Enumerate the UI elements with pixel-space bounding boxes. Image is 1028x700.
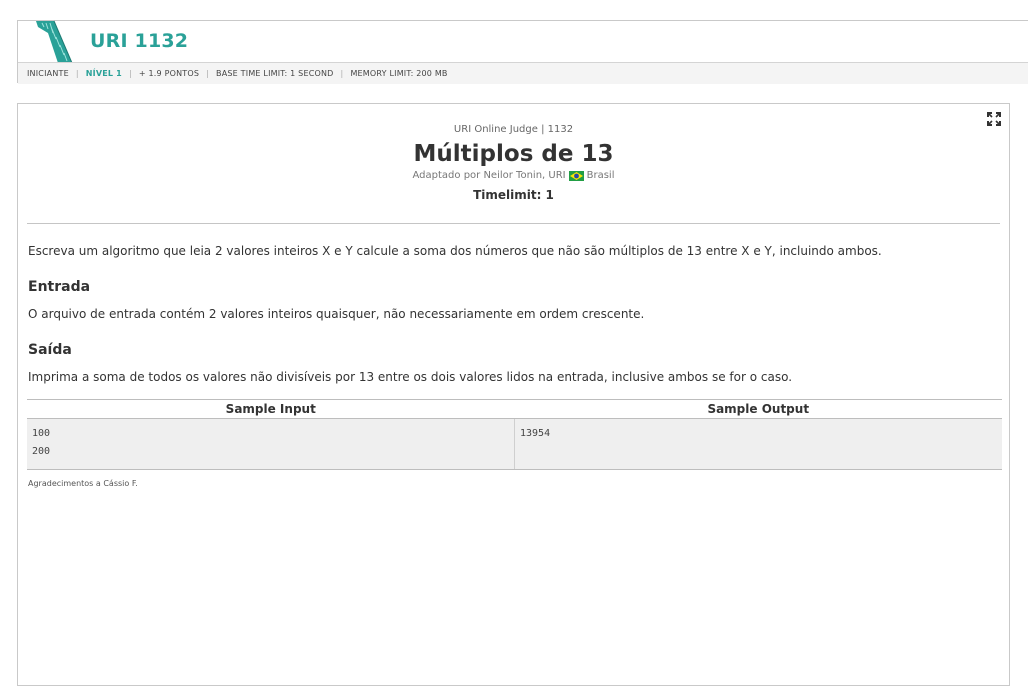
credit-note: Agradecimentos a Cássio F. (28, 479, 138, 488)
judge-label: URI Online Judge | 1132 (453, 124, 574, 135)
author-label: Adaptado por Neilor Tonin, URI (412, 170, 566, 181)
problem-panel: URI Online Judge | 1132 Múltiplos de 13 … (17, 103, 1010, 686)
meta-separator: | (206, 69, 210, 78)
meta-separator: | (75, 69, 79, 78)
sample-table: Sample Input Sample Output 100 200 13954 (27, 399, 1002, 470)
timelimit-label: Timelimit: 1 (473, 188, 554, 202)
sample-input-cell[interactable]: 100 200 (27, 418, 515, 470)
output-heading: Saída (28, 342, 72, 358)
page-title: URI 1132 (90, 30, 189, 52)
problem-title: Múltiplos de 13 (413, 141, 614, 167)
problem-heading-block: URI Online Judge | 1132 Múltiplos de 13 … (18, 124, 1009, 203)
country-label: Brasil (586, 170, 615, 181)
problem-meta-bar: INICIANTE | NÍVEL 1 | + 1.9 PONTOS | BAS… (18, 62, 1028, 84)
uri-logo-icon (36, 20, 73, 63)
memory-limit-label: MEMORY LIMIT: 200 MB (350, 69, 448, 78)
meta-separator: | (128, 69, 132, 78)
input-description: O arquivo de entrada contém 2 valores in… (28, 307, 645, 321)
sample-input-header: Sample Input (27, 399, 515, 419)
author-line: Adaptado por Neilor Tonin, URI Brasil (18, 169, 1009, 183)
problem-header: URI 1132 INICIANTE | NÍVEL 1 | + 1.9 PON… (17, 20, 1028, 84)
category-label: INICIANTE (27, 69, 69, 78)
sample-output-cell[interactable]: 13954 (514, 418, 1002, 470)
level-link[interactable]: NÍVEL 1 (86, 69, 122, 78)
problem-statement: Escreva um algoritmo que leia 2 valores … (28, 244, 882, 258)
brazil-flag-icon (568, 171, 584, 181)
divider (27, 223, 1000, 224)
input-heading: Entrada (28, 279, 91, 295)
points-label: + 1.9 PONTOS (138, 69, 200, 78)
output-description: Imprima a soma de todos os valores não d… (28, 370, 793, 384)
sample-output-header: Sample Output (514, 399, 1002, 419)
meta-separator: | (340, 69, 344, 78)
time-limit-label: BASE TIME LIMIT: 1 SECOND (216, 69, 334, 78)
